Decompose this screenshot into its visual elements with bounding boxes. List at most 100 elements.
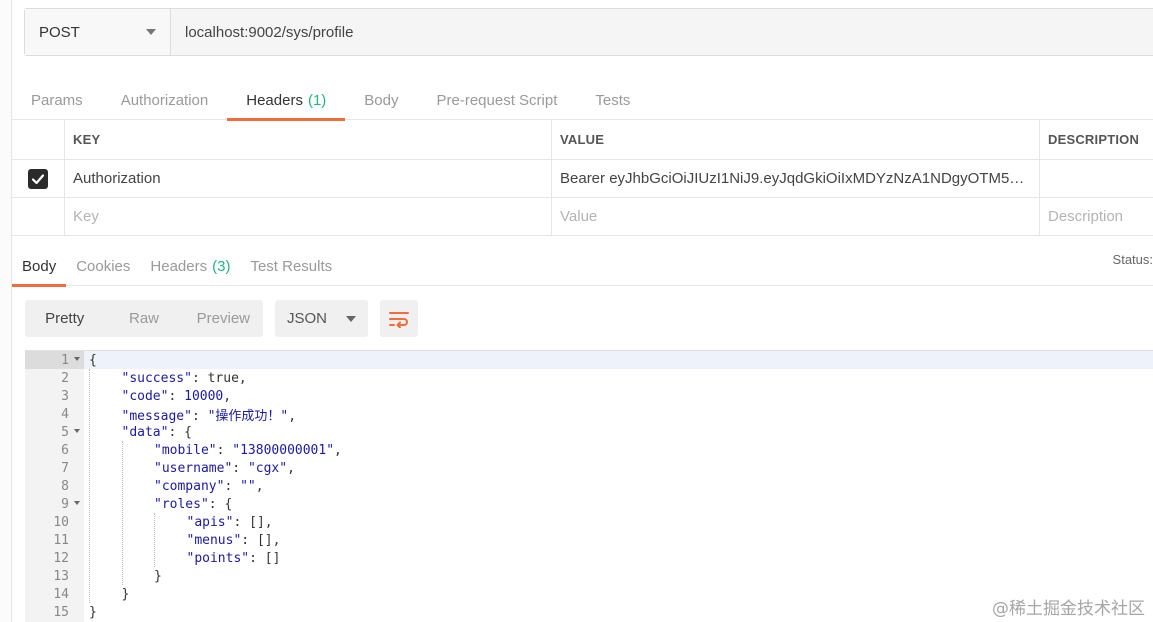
code-line: 4 "message": "操作成功！", (25, 405, 1153, 424)
response-tabs: Body Cookies Headers (3) Test Results (12, 246, 1153, 287)
code-line: 5 "data": { (25, 423, 1153, 441)
code-token: : (168, 388, 185, 404)
fold-toggle-icon[interactable] (74, 357, 80, 361)
code-token: "message" (121, 408, 192, 424)
code-token: : (224, 478, 241, 494)
code-line: 6 "mobile": "13800000001", (25, 441, 1153, 459)
headers-table: KEY VALUE DESCRIPTION Authorization Bear… (12, 120, 1153, 236)
code-line: 14} (25, 585, 1153, 603)
format-select[interactable]: JSON (275, 300, 368, 337)
code-token: "cgx" (247, 460, 288, 476)
code-token: "points" (186, 550, 250, 566)
preview-button[interactable]: Preview (184, 300, 263, 337)
line-number: 14 (53, 586, 69, 602)
fold-toggle-icon[interactable] (74, 429, 80, 433)
code-line: 13} (25, 567, 1153, 585)
new-description-input[interactable]: Description (1040, 198, 1153, 235)
code-token: "" (240, 478, 256, 494)
code-token: true (207, 370, 239, 386)
code-token: , (288, 408, 297, 424)
wrap-lines-button[interactable] (380, 300, 418, 337)
response-body-editor[interactable]: 1 {2 "success": true, 3 "code": 10000, 4 "mess… (25, 350, 1153, 622)
code-text: "code": 10000, (84, 388, 232, 404)
indent-guide (121, 441, 123, 585)
tab-label: Authorization (120, 91, 209, 109)
header-value-text: Bearer eyJhbGciOiJIUzI1NiJ9.eyJqdGkiOiIx… (560, 170, 1031, 187)
code-line: 7 "username": "cgx", (25, 459, 1153, 477)
tab-params[interactable]: Params (12, 80, 102, 120)
table-row: Authorization Bearer eyJhbGciOiJIUzI1NiJ… (12, 160, 1153, 198)
tab-body[interactable]: Body (345, 80, 417, 120)
url-bar: POST localhost:9002/sys/profile (24, 8, 1153, 56)
line-number: 3 (61, 388, 69, 404)
line-number: 15 (53, 604, 69, 620)
code-token: } (121, 586, 130, 602)
header-description-field[interactable] (1040, 160, 1153, 197)
code-line: 3 "code": 10000, (25, 387, 1153, 405)
line-number: 13 (53, 568, 69, 584)
row-checkbox-cell (12, 198, 65, 235)
fold-toggle-icon[interactable] (74, 501, 80, 505)
code-token: , (255, 478, 264, 494)
tab-headers[interactable]: Headers (1) (227, 80, 346, 121)
code-token: : (232, 460, 248, 476)
tab-pre-request-script[interactable]: Pre-request Script (418, 80, 577, 120)
code-line: 2 "success": true, (25, 369, 1153, 387)
code-text: "company": "", (84, 479, 264, 494)
tab-count: (3) (212, 257, 231, 275)
code-token: "操作成功！" (207, 408, 289, 424)
method-label: POST (39, 23, 80, 41)
tab-label: Pre-request Script (436, 91, 558, 109)
line-number: 5 (25, 423, 84, 441)
code-text: } (84, 605, 97, 620)
code-token: : (191, 370, 208, 386)
column-header-description: DESCRIPTION (1048, 132, 1140, 147)
code-line: 8 "company": "", (25, 477, 1153, 495)
code-token: "menus" (186, 532, 242, 548)
tab-label: Params (31, 91, 83, 109)
header-check-column (12, 120, 65, 159)
line-number: 1 (25, 351, 84, 369)
code-text: "data": { (84, 425, 192, 440)
method-select[interactable]: POST (25, 9, 171, 55)
tab-test-results[interactable]: Test Results (240, 246, 342, 286)
line-number: 8 (61, 478, 69, 494)
tab-authorization[interactable]: Authorization (102, 80, 228, 120)
tab-label: Cookies (76, 257, 131, 275)
code-token: "roles" (154, 496, 209, 512)
code-text: "apis": [], (84, 515, 273, 530)
code-text: } (84, 586, 130, 602)
header-enabled-checkbox[interactable] (28, 168, 48, 189)
column-header-value: VALUE (552, 120, 1040, 159)
line-number: 6 (61, 442, 69, 458)
code-token: "company" (154, 478, 225, 494)
tab-label: Test Results (250, 257, 333, 275)
url-input[interactable]: localhost:9002/sys/profile (171, 9, 1153, 55)
tab-tests[interactable]: Tests (576, 80, 649, 120)
raw-button[interactable]: Raw (104, 300, 183, 337)
new-key-input[interactable]: Key (65, 198, 552, 235)
code-text: "username": "cgx", (84, 461, 295, 476)
format-label: JSON (287, 310, 328, 327)
code-token: { (89, 352, 97, 368)
code-token: , (223, 388, 232, 404)
tab-response-body[interactable]: Body (12, 246, 67, 287)
code-token: "code" (121, 388, 169, 404)
new-value-input[interactable]: Value (552, 198, 1040, 235)
line-number: 11 (53, 532, 69, 548)
header-key-field[interactable]: Authorization (65, 160, 552, 197)
code-token: : [], (233, 514, 273, 530)
code-token: , (334, 442, 342, 458)
pretty-button[interactable]: Pretty (25, 300, 104, 337)
column-header-key: KEY (65, 120, 552, 159)
status-label: Status: (1112, 252, 1153, 267)
tab-response-headers[interactable]: Headers (3) (140, 246, 240, 286)
code-token: "data" (121, 424, 169, 440)
view-mode-group: Pretty Raw Preview (25, 300, 263, 337)
indent-guide (89, 369, 90, 603)
code-token: : { (208, 496, 233, 512)
header-value-field[interactable]: Bearer eyJhbGciOiJIUzI1NiJ9.eyJqdGkiOiIx… (552, 160, 1040, 197)
tab-cookies[interactable]: Cookies (66, 246, 140, 286)
code-line: 12 "points": [] (25, 549, 1153, 567)
request-tabs: Params Authorization Headers (1) Body Pre… (12, 80, 1153, 121)
